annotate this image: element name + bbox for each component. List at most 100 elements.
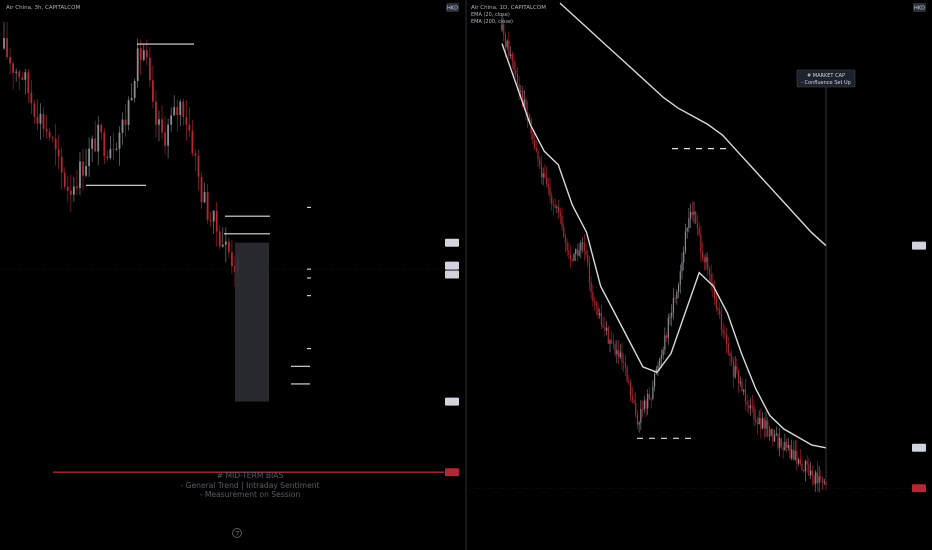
right-candle-body [515, 69, 517, 74]
bias-note-line1: # MID-TERM BIAS [217, 471, 284, 480]
right-candle-body [792, 449, 795, 461]
right-candle-body [744, 389, 747, 402]
right-candle-body [564, 237, 567, 243]
left-candle-body [221, 244, 224, 247]
right-candle-body [559, 212, 561, 216]
right-candle-body [643, 400, 645, 410]
left-candle-body [155, 101, 157, 125]
right-candle-body [612, 342, 615, 345]
right-candle-body [809, 470, 812, 476]
right-candle-body [672, 297, 675, 313]
right-candle-body [600, 313, 603, 325]
right-candle-body [683, 251, 685, 263]
right-candle-body [767, 420, 769, 436]
left-candle-body [24, 72, 27, 80]
left-candle-body [12, 63, 15, 73]
right-candle-body [653, 373, 656, 387]
left-title: Air China, 3h, CAPITALCOM [6, 5, 80, 11]
left-candle-body [203, 191, 206, 203]
left-candle-body [94, 138, 97, 152]
right-candle-body [662, 349, 664, 356]
left-candle-body [36, 116, 39, 124]
right-candle-body [695, 211, 697, 224]
left-candle-body [191, 130, 194, 154]
left-candle-body [170, 115, 173, 125]
left-candle-body [206, 191, 209, 220]
right-candle-body [725, 335, 728, 344]
right-candle-body [760, 417, 762, 429]
right-candle-body [708, 268, 711, 274]
right-candle-body [506, 40, 508, 48]
left-candle-body [30, 92, 33, 104]
right-candle-body [770, 428, 772, 436]
right-candle-body [540, 164, 543, 178]
right-candle-body [542, 173, 544, 178]
left-candle-body [76, 186, 78, 188]
right-candle-body [677, 284, 680, 292]
left-candle-body [112, 149, 115, 150]
right-candle-body [621, 352, 623, 362]
left-candle-body [218, 231, 221, 247]
right-candle-body [535, 147, 537, 152]
left-candle-body [66, 186, 69, 191]
right-candle-body [761, 418, 764, 429]
left-candle-body [57, 149, 60, 157]
left-candle-body [118, 132, 121, 149]
right-candle-body [665, 335, 668, 338]
right-candle-body [823, 481, 825, 483]
right-candle-body [581, 242, 584, 244]
left-candle-body [88, 148, 90, 167]
left-candle-body [9, 57, 11, 64]
right-candle-body [545, 176, 548, 184]
right-candle-body [696, 223, 699, 229]
right-candle-body [782, 446, 784, 451]
left-candle-body [188, 124, 191, 131]
right-candle-body [592, 292, 594, 302]
left-candle-body [33, 103, 36, 117]
left-price-badge-bg [445, 397, 459, 406]
right-candle-body [638, 422, 640, 425]
right-candle-body [597, 305, 599, 316]
right-candle-body [791, 449, 793, 459]
left-candle-body [142, 50, 145, 60]
left-currency-badge: HKD [447, 6, 458, 12]
right-candle-body [576, 249, 579, 256]
left-candle-body [18, 71, 21, 78]
right-candle-body [617, 350, 620, 358]
right-candle-body [611, 340, 613, 343]
left-candle-body [185, 117, 188, 125]
right-candle-body [552, 204, 555, 206]
right-candle-body [583, 242, 585, 251]
right-candle-body [811, 470, 813, 476]
right-candle-body [602, 324, 604, 328]
right-legend-ema200: EMA (200, close) [471, 19, 513, 25]
left-candle-body [161, 119, 163, 133]
right-candle-body [729, 353, 731, 357]
left-candle-body [133, 80, 136, 98]
right-candle-body [667, 317, 669, 338]
bias-note-line2: - General Trend | Intraday Sentiment [180, 481, 319, 490]
left-candle-body [63, 172, 66, 187]
right-candle-body [732, 361, 735, 378]
left-candle-body [103, 132, 106, 157]
left-candle-body [176, 107, 179, 115]
right-candle-body [741, 381, 743, 392]
market-cap-annotation-line2: - Confluence Set Up [801, 80, 851, 86]
right-candle-body [556, 207, 558, 208]
left-price-badge-bg [445, 261, 459, 270]
right-candle-body [561, 215, 563, 227]
right-candle-body [820, 476, 822, 479]
right-candle-body [533, 139, 536, 148]
right-candle-body [748, 404, 750, 409]
right-candle-body [640, 408, 642, 423]
right-candle-body [813, 475, 815, 484]
left-candle-body [48, 131, 51, 138]
right-candle-body [631, 396, 633, 401]
left-price-badge-bg [445, 238, 459, 247]
chart-canvas: Air China, 3h, CAPITALCOM HKD # MID-TERM… [0, 0, 932, 550]
right-candle-body [566, 242, 568, 251]
right-candle-body [501, 24, 503, 31]
left-candle-body [130, 97, 133, 101]
right-candle-body [705, 257, 707, 263]
right-candle-body [509, 54, 512, 56]
